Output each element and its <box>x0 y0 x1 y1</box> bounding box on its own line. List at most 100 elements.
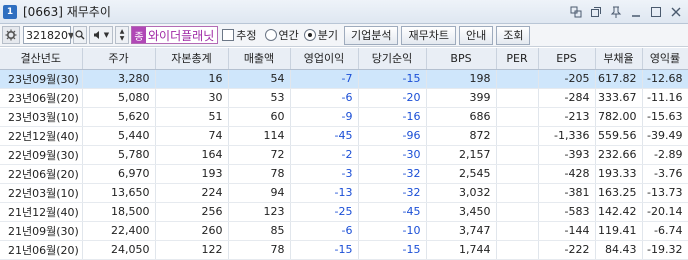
search-icon[interactable] <box>73 26 87 44</box>
table-cell: -7 <box>290 69 359 89</box>
table-row[interactable]: 21년12월(40) 18,500 256 123 -25 -45 3,450 -583 142… <box>0 202 688 222</box>
table-cell: -13.73 <box>642 183 688 203</box>
table-cell: 6,970 <box>82 164 156 184</box>
table-cell: -19.32 <box>642 240 688 260</box>
table-cell: 1,744 <box>426 240 497 260</box>
table-cell: 22년12월(40) <box>0 126 83 146</box>
column-header[interactable]: BPS <box>426 48 497 70</box>
table-cell: 333.67 <box>595 88 643 108</box>
spin-arrows-button[interactable]: ▲ ▼ <box>115 26 129 44</box>
radio-annual[interactable] <box>264 29 277 41</box>
column-header[interactable]: 결산년도 <box>0 48 83 70</box>
stock-name-field[interactable]: 종 와이더플래닛 <box>131 26 219 44</box>
finance-table: 결산년도 주가 자본총계 매출액 영업이익 당기순익 BPS PER EPS 부채율 영익률 23년… <box>0 48 688 260</box>
minimize-window-icon[interactable] <box>628 4 644 20</box>
speaker-icon <box>93 31 99 39</box>
column-header[interactable]: PER <box>496 48 539 70</box>
company-analysis-button[interactable]: 기업분석 <box>344 25 399 45</box>
column-header[interactable]: 부채율 <box>595 48 643 70</box>
table-row[interactable]: 21년09월(30) 22,400 260 85 -6 -10 3,747 -144 119.4… <box>0 221 688 241</box>
table-cell: -13 <box>290 183 359 203</box>
table-cell <box>496 221 539 241</box>
table-row[interactable]: 22년06월(20) 6,970 193 78 -3 -32 2,545 -428 193.33… <box>0 164 688 184</box>
arrow-down-icon: ▼ <box>119 35 125 42</box>
restore-window-icon[interactable] <box>588 4 604 20</box>
close-window-icon[interactable] <box>668 4 684 20</box>
toolbar: 321820 ▼ ▼ ▲ ▼ 종 와이더플래닛 추정 연간 분기 기업분석 재무… <box>0 24 688 47</box>
table-cell: -213 <box>538 107 596 127</box>
table-cell: -11.16 <box>642 88 688 108</box>
table-cell: 193.33 <box>595 164 643 184</box>
table-row[interactable]: 22년03월(10) 13,650 224 94 -13 -32 3,032 -381 163.… <box>0 183 688 203</box>
link-window-icon[interactable] <box>568 4 584 20</box>
table-header: 결산년도 주가 자본총계 매출액 영업이익 당기순익 BPS PER EPS 부채율 영익률 <box>0 48 688 70</box>
settings-gear-icon[interactable] <box>2 26 20 44</box>
column-header[interactable]: 매출액 <box>228 48 291 70</box>
column-header[interactable]: 영익률 <box>642 48 688 70</box>
guide-button[interactable]: 안내 <box>458 25 494 45</box>
table-row[interactable]: 23년03월(10) 5,620 51 60 -9 -16 686 -213 782.00 -15… <box>0 107 688 127</box>
table-cell: 21년09월(30) <box>0 221 83 241</box>
market-badge: 종 <box>132 27 146 43</box>
table-cell <box>496 107 539 127</box>
table-cell: -45 <box>290 126 359 146</box>
table-cell: 142.42 <box>595 202 643 222</box>
column-header[interactable]: 주가 <box>82 48 156 70</box>
table-cell: -10 <box>358 221 427 241</box>
maximize-window-icon[interactable] <box>648 4 664 20</box>
table-row[interactable]: 23년06월(20) 5,080 30 53 -6 -20 399 -284 333.67 -11… <box>0 88 688 108</box>
table-cell: 3,280 <box>82 69 156 89</box>
table-cell: 72 <box>228 145 291 165</box>
pin-icon[interactable] <box>608 4 624 20</box>
table-row[interactable]: 22년09월(30) 5,780 164 72 -2 -30 2,157 -393 232.66… <box>0 145 688 165</box>
estimate-checkbox[interactable]: 추정 <box>222 27 257 43</box>
column-header[interactable]: EPS <box>538 48 596 70</box>
table-cell: 78 <box>228 164 291 184</box>
table-cell: 5,440 <box>82 126 156 146</box>
speaker-button[interactable]: ▼ <box>89 26 113 44</box>
table-cell: -393 <box>538 145 596 165</box>
table-cell: 2,157 <box>426 145 497 165</box>
finance-chart-button[interactable]: 재무차트 <box>401 25 456 45</box>
search-button[interactable]: 조회 <box>496 25 531 45</box>
table-cell: -30 <box>358 145 427 165</box>
table-cell: 3,747 <box>426 221 497 241</box>
table-cell: 232.66 <box>595 145 643 165</box>
table-cell: 13,650 <box>82 183 156 203</box>
table-cell: 193 <box>155 164 229 184</box>
column-header[interactable]: 영업이익 <box>290 48 359 70</box>
table-cell: 686 <box>426 107 497 127</box>
table-cell: 21년12월(40) <box>0 202 83 222</box>
column-header[interactable]: 당기순익 <box>358 48 427 70</box>
table-cell: 21년06월(20) <box>0 240 83 260</box>
table-cell: 51 <box>155 107 229 127</box>
table-row[interactable]: 22년12월(40) 5,440 74 114 -45 -96 872 -1,336 559.5… <box>0 126 688 146</box>
column-header[interactable]: 자본총계 <box>155 48 229 70</box>
table-cell: 22년03월(10) <box>0 183 83 203</box>
table-cell <box>496 183 539 203</box>
table-cell: 617.82 <box>595 69 643 89</box>
stock-code-input[interactable]: 321820 ▼ <box>23 26 74 44</box>
table-cell: -6.74 <box>642 221 688 241</box>
table-cell: -2.89 <box>642 145 688 165</box>
table-body: 23년09월(30) 3,280 16 54 -7 -15 198 -205 617.82 -12… <box>0 69 688 260</box>
table-row[interactable]: 23년09월(30) 3,280 16 54 -7 -15 198 -205 617.82 -12… <box>0 69 688 89</box>
table-row[interactable]: 21년06월(20) 24,050 122 78 -15 -15 1,744 -222 84.4… <box>0 240 688 260</box>
table-cell: -12.68 <box>642 69 688 89</box>
table-cell: -45 <box>358 202 427 222</box>
table-cell: 122 <box>155 240 229 260</box>
radio-quarter-label: 분기 <box>317 29 338 42</box>
table-cell: -205 <box>538 69 596 89</box>
radio-quarter[interactable] <box>303 29 316 41</box>
table-cell <box>496 164 539 184</box>
table-cell: -3 <box>290 164 359 184</box>
table-cell: 74 <box>155 126 229 146</box>
table-cell: 2,545 <box>426 164 497 184</box>
estimate-checkbox-label: 추정 <box>236 29 257 42</box>
checkbox-box[interactable] <box>222 29 235 41</box>
table-cell: -2 <box>290 145 359 165</box>
table-cell: 5,780 <box>82 145 156 165</box>
table-cell: 256 <box>155 202 229 222</box>
table-cell: 260 <box>155 221 229 241</box>
table-cell: 114 <box>228 126 291 146</box>
